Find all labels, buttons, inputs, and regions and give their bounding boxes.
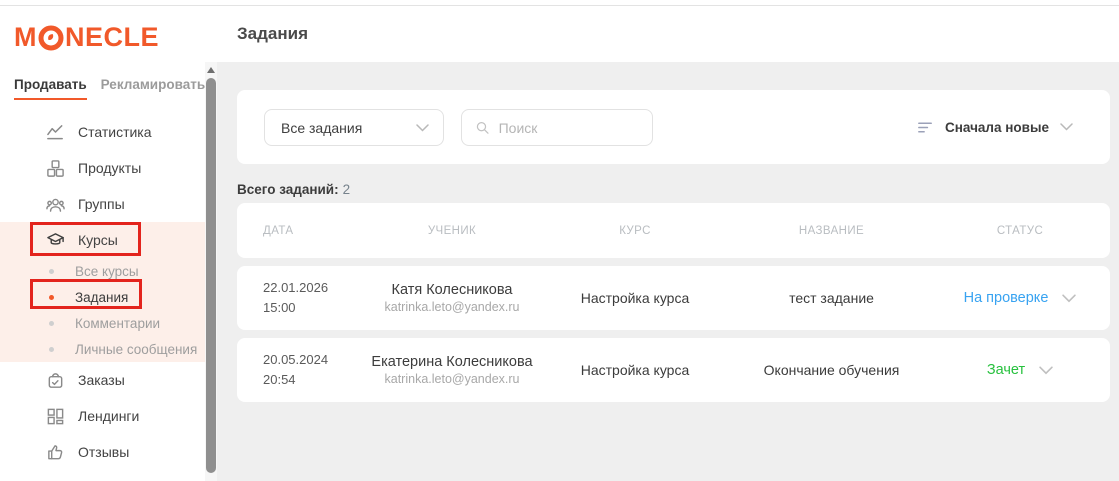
scrollbar-thumb[interactable] <box>206 78 216 473</box>
sidebar-item-private-messages[interactable]: Личные сообщения <box>0 336 205 362</box>
chevron-down-icon <box>1060 123 1073 131</box>
sidebar-item-label: Лендинги <box>78 408 139 424</box>
bullet-icon <box>49 295 54 300</box>
sort-label: Сначала новые <box>945 120 1049 135</box>
sidebar-item-label: Продукты <box>78 160 141 176</box>
status-select[interactable]: Зачет <box>930 362 1110 378</box>
tab-sell[interactable]: Продавать <box>14 77 87 100</box>
courses-section: Курсы Все курсы Задания Комментарии Личн… <box>0 222 205 362</box>
bullet-icon <box>49 347 54 352</box>
cell-course: Настройка курса <box>537 362 733 378</box>
sidebar-item-all-courses[interactable]: Все курсы <box>0 258 205 284</box>
sidebar-item-label: Статистика <box>78 124 152 140</box>
sidebar-item-courses[interactable]: Курсы <box>0 222 205 258</box>
column-header-date: ДАТА <box>237 225 367 237</box>
bag-check-icon <box>46 371 65 390</box>
sidebar-item-comments[interactable]: Комментарии <box>0 310 205 336</box>
sidebar-scrollbar[interactable] <box>205 62 217 481</box>
thumbs-up-icon <box>46 443 65 462</box>
student-name: Катя Колесникова <box>367 282 537 298</box>
sort-control[interactable]: Сначала новые <box>917 90 1073 164</box>
task-type-value: Все задания <box>281 120 416 136</box>
column-header-status: СТАТУС <box>930 225 1110 237</box>
status-badge: На проверке <box>964 290 1049 306</box>
date-value: 22.01.2026 <box>263 278 367 298</box>
sidebar-item-label: Группы <box>78 196 125 212</box>
sidebar-item-label: Личные сообщения <box>75 342 197 357</box>
sidebar: M NECLE Продавать Рекламировать Статисти… <box>0 6 205 481</box>
app-window: M NECLE Продавать Рекламировать Статисти… <box>0 0 1119 481</box>
sort-lines-icon <box>917 119 934 136</box>
tasks-total-count: 2 <box>343 182 351 197</box>
cell-task-name: тест задание <box>733 290 930 306</box>
cell-course: Настройка курса <box>537 290 733 306</box>
table-row[interactable]: 20.05.2024 20:54 Екатерина Колесникова k… <box>237 338 1110 402</box>
tab-advertise[interactable]: Рекламировать <box>101 77 206 100</box>
time-value: 20:54 <box>263 370 367 390</box>
column-header-course: КУРС <box>537 225 733 237</box>
cubes-icon <box>46 159 65 178</box>
tasks-total: Всего заданий: 2 <box>237 182 350 197</box>
sidebar-item-label: Курсы <box>78 232 118 248</box>
cell-student: Катя Колесникова katrinka.leto@yandex.ru <box>367 282 537 314</box>
leaf-circle-icon <box>38 25 64 51</box>
sidebar-item-label: Все курсы <box>75 264 139 279</box>
chart-icon <box>46 123 65 142</box>
status-badge: Зачет <box>987 362 1025 378</box>
graduation-cap-icon <box>46 231 65 250</box>
cell-task-name: Окончание обучения <box>733 362 930 378</box>
logo-text-left: M <box>14 22 37 53</box>
table-header: ДАТА УЧЕНИК КУРС НАЗВАНИЕ СТАТУС <box>237 203 1110 258</box>
search-icon <box>475 119 490 136</box>
sidebar-item-orders[interactable]: Заказы <box>0 362 205 398</box>
column-header-name: НАЗВАНИЕ <box>733 225 930 237</box>
filter-bar: Все задания Сначала новые <box>237 90 1110 164</box>
sidebar-item-label: Заказы <box>78 372 125 388</box>
sidebar-item-groups[interactable]: Группы <box>0 186 205 222</box>
cell-date: 20.05.2024 20:54 <box>237 350 367 390</box>
sidebar-item-landings[interactable]: Лендинги <box>0 398 205 434</box>
layout-icon <box>46 407 65 426</box>
task-type-dropdown[interactable]: Все задания <box>264 109 444 146</box>
logo[interactable]: M NECLE <box>14 22 205 53</box>
chevron-down-icon[interactable] <box>1062 294 1076 303</box>
sidebar-tabs: Продавать Рекламировать <box>14 77 205 100</box>
sidebar-item-products[interactable]: Продукты <box>0 150 205 186</box>
scroll-up-arrow-icon[interactable] <box>207 67 215 73</box>
sidebar-item-label: Отзывы <box>78 444 129 460</box>
sidebar-item-statistics[interactable]: Статистика <box>0 114 205 150</box>
bullet-icon <box>49 321 54 326</box>
main-content: Задания Все задания Сначала новые Всего … <box>217 6 1119 481</box>
student-email: katrinka.leto@yandex.ru <box>367 372 537 386</box>
chevron-down-icon[interactable] <box>1039 366 1053 375</box>
sidebar-nav: Статистика Продукты Груп <box>0 114 205 470</box>
sidebar-item-label: Комментарии <box>75 316 160 331</box>
bullet-icon <box>49 269 54 274</box>
status-select[interactable]: На проверке <box>930 290 1110 306</box>
sidebar-item-tasks[interactable]: Задания <box>0 284 205 310</box>
student-email: katrinka.leto@yandex.ru <box>367 300 537 314</box>
people-icon <box>46 195 65 214</box>
cell-student: Екатерина Колесникова katrinka.leto@yand… <box>367 354 537 386</box>
student-name: Екатерина Колесникова <box>367 354 537 370</box>
sidebar-item-label: Задания <box>75 290 128 305</box>
search-box[interactable] <box>461 109 653 146</box>
search-input[interactable] <box>499 120 642 136</box>
table-row[interactable]: 22.01.2026 15:00 Катя Колесникова katrin… <box>237 266 1110 330</box>
tasks-total-label: Всего заданий: <box>237 182 339 197</box>
date-value: 20.05.2024 <box>263 350 367 370</box>
cell-date: 22.01.2026 15:00 <box>237 278 367 318</box>
sidebar-item-reviews[interactable]: Отзывы <box>0 434 205 470</box>
page-title: Задания <box>237 24 308 44</box>
logo-text-right: NECLE <box>65 22 159 53</box>
column-header-student: УЧЕНИК <box>367 225 537 237</box>
time-value: 15:00 <box>263 298 367 318</box>
chevron-down-icon <box>416 124 429 132</box>
